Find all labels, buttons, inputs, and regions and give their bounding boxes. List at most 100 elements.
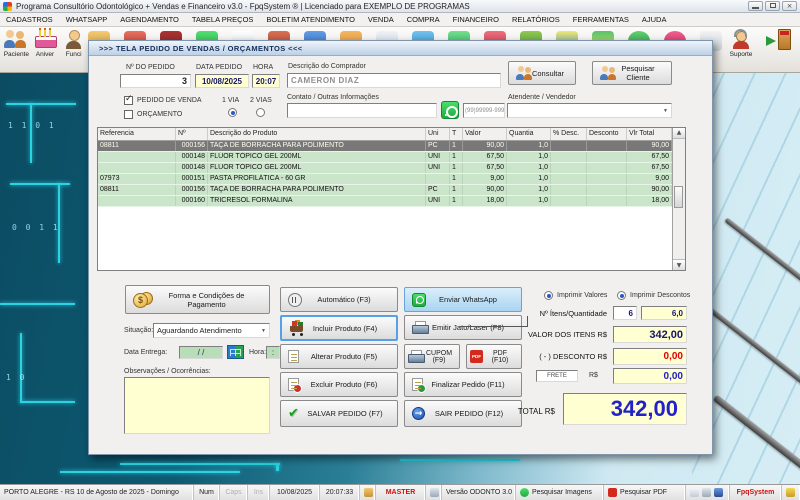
toolbar-aniver[interactable]: Aniver xyxy=(31,29,60,71)
menu-tabela-precos[interactable]: TABELA PREÇOS xyxy=(192,15,254,24)
order-number-label: Nº DO PEDIDO xyxy=(126,64,175,71)
toolbar-paciente[interactable]: Paciente xyxy=(2,29,31,71)
menu-compra[interactable]: COMPRA xyxy=(407,15,440,24)
buyer-description-label: Descrição do Comprador xyxy=(288,63,366,70)
observacoes-textarea[interactable] xyxy=(124,377,270,434)
order-date-field[interactable]: 10/08/2025 xyxy=(195,74,249,88)
desconto-field: 0,00 xyxy=(613,348,687,365)
connector-line xyxy=(527,316,528,327)
table-row[interactable]: 07973000151 PASTA PROFILÁTICA - 60 GR 19… xyxy=(98,174,672,185)
consultar-button[interactable]: Consultar xyxy=(508,61,576,85)
situacao-dropdown[interactable]: Aguardando Atendimento xyxy=(153,323,270,338)
edit-document-icon xyxy=(288,350,299,363)
imprimir-descontos-radio[interactable] xyxy=(617,291,626,300)
itens-count-field: 6 xyxy=(613,306,637,320)
status-caps: Caps xyxy=(220,485,248,500)
exit-arrow-icon xyxy=(412,407,425,420)
monitor-icon xyxy=(714,488,723,497)
finalizar-pedido-button[interactable]: Finalizar Pedido (F11) xyxy=(404,372,522,397)
finalize-document-icon xyxy=(412,378,423,391)
excluir-produto-button[interactable]: Excluir Produto (F6) xyxy=(280,372,398,397)
minimize-button[interactable] xyxy=(748,1,763,11)
via2-radio[interactable] xyxy=(256,108,265,117)
payment-conditions-button[interactable]: Forma e Condições de Pagamento xyxy=(125,285,270,314)
close-button[interactable]: × xyxy=(782,1,797,11)
scroll-down-arrow[interactable]: ▼ xyxy=(673,259,685,270)
valor-itens-field: 342,00 xyxy=(613,326,687,343)
valor-itens-label: VALOR DOS ITENS R$ xyxy=(479,330,607,339)
menu-ferramentas[interactable]: FERRAMENTAS xyxy=(573,15,629,24)
user-icon xyxy=(364,488,373,497)
status-printer-icon-seg xyxy=(426,485,442,500)
order-time-field[interactable]: 20:07 xyxy=(252,74,280,88)
pedido-de-venda-checkbox[interactable] xyxy=(124,96,133,105)
data-entrega-field[interactable]: / / xyxy=(179,346,223,359)
salvar-pedido-button[interactable]: SALVAR PEDIDO (F7) xyxy=(280,400,398,427)
scroll-thumb[interactable] xyxy=(674,186,683,208)
menu-boletim[interactable]: BOLETIM ATENDIMENTO xyxy=(266,15,354,24)
status-search-images[interactable]: Pesquisar Imagens xyxy=(516,485,604,500)
calendar-icon xyxy=(227,345,244,359)
binary-decor: 1 0 xyxy=(6,373,26,382)
status-user-icon-seg xyxy=(360,485,376,500)
status-time: 20:07:33 xyxy=(320,485,360,500)
status-ins: Ins xyxy=(248,485,270,500)
whatsapp-send-button[interactable] xyxy=(441,101,459,119)
table-row[interactable]: 08811000156 TAÇA DE BORRACHA PARA POLIME… xyxy=(98,185,672,196)
via1-label: 1 VIA xyxy=(222,97,239,104)
hora-label: Hora: xyxy=(249,349,266,356)
auto-icon xyxy=(288,293,302,307)
printer-icon xyxy=(702,488,711,497)
status-search-pdf[interactable]: Pesquisar PDF xyxy=(604,485,686,500)
status-utility-icons[interactable] xyxy=(686,485,730,500)
imprimir-valores-radio[interactable] xyxy=(544,291,553,300)
table-row[interactable]: 000148 FLÚOR TÓPICO GEL 200MLUNI 167,50 … xyxy=(98,152,672,163)
order-time-label: HORA xyxy=(253,64,273,71)
orcamento-checkbox[interactable] xyxy=(124,110,133,119)
menu-whatsapp[interactable]: WHATSAPP xyxy=(66,15,108,24)
via1-radio[interactable] xyxy=(228,108,237,117)
table-scrollbar[interactable]: ▲ ▼ xyxy=(672,128,685,270)
observacoes-label: Observações / Ocorrências: xyxy=(124,368,211,375)
restore-button[interactable] xyxy=(765,1,780,11)
pesquisar-cliente-button[interactable]: Pesquisar Cliente xyxy=(592,61,672,85)
alterar-produto-button[interactable]: Alterar Produto (F5) xyxy=(280,344,398,369)
status-key-icon-seg xyxy=(782,485,800,500)
menu-financeiro[interactable]: FINANCEIRO xyxy=(453,15,499,24)
menu-ajuda[interactable]: AJUDA xyxy=(642,15,667,24)
table-row[interactable]: 08811000156 TAÇA DE BORRACHA PARA POLIME… xyxy=(98,141,672,152)
menu-cadastros[interactable]: CADASTROS xyxy=(6,15,53,24)
automatico-button[interactable]: Automático (F3) xyxy=(280,287,398,312)
toolbar-funcionario[interactable]: Funci xyxy=(59,29,88,71)
phone-field[interactable]: (99)99999-9999 xyxy=(463,103,505,118)
menu-relatorios[interactable]: RELATÓRIOS xyxy=(512,15,560,24)
table-header: ReferenciaNº Descrição do ProdutoUni TVa… xyxy=(98,128,672,141)
toolbar-exit[interactable] xyxy=(760,29,798,71)
incluir-produto-button[interactable]: Incluir Produto (F4) xyxy=(280,315,398,341)
contact-field[interactable] xyxy=(287,103,437,118)
table-row[interactable]: 000148 FLÚOR TÓPICO GEL 200MLUNI 167,50 … xyxy=(98,163,672,174)
frete-label-box[interactable]: FRETE xyxy=(536,370,578,382)
menu-agendamento[interactable]: AGENDAMENTO xyxy=(120,15,179,24)
frete-field[interactable]: 0,00 xyxy=(613,368,687,384)
attendant-dropdown[interactable] xyxy=(507,103,672,118)
menu-venda[interactable]: VENDA xyxy=(368,15,394,24)
scroll-up-arrow[interactable]: ▲ xyxy=(673,128,685,139)
data-entrega-label: Data Entrega: xyxy=(124,349,167,356)
buyer-description-field[interactable]: CAMERON DIAZ xyxy=(287,73,501,88)
calendar-picker-button[interactable] xyxy=(227,345,244,359)
itens-quantidade-label: Nº Ítens/Quantidade xyxy=(489,309,607,318)
delete-document-icon xyxy=(288,378,299,391)
itens-qty-field: 6,0 xyxy=(641,306,687,320)
order-number-field[interactable]: 3 xyxy=(120,74,191,88)
hora-field[interactable]: : xyxy=(266,346,280,359)
patients-icon xyxy=(4,29,28,49)
status-date: 10/08/2025 xyxy=(270,485,320,500)
toolbar-suporte[interactable]: Suporte xyxy=(722,29,760,71)
status-bar: PORTO ALEGRE - RS 10 de Agosto de 2025 -… xyxy=(0,484,800,500)
whatsapp-icon xyxy=(441,101,459,119)
cupom-button[interactable]: CUPOM (F9) xyxy=(404,344,460,369)
table-row[interactable]: 000160 TRICRESOL FORMALINAUNI 118,00 1,0… xyxy=(98,196,672,207)
binary-decor: 1 1 0 1 xyxy=(8,121,56,130)
whatsapp-icon xyxy=(412,293,426,307)
